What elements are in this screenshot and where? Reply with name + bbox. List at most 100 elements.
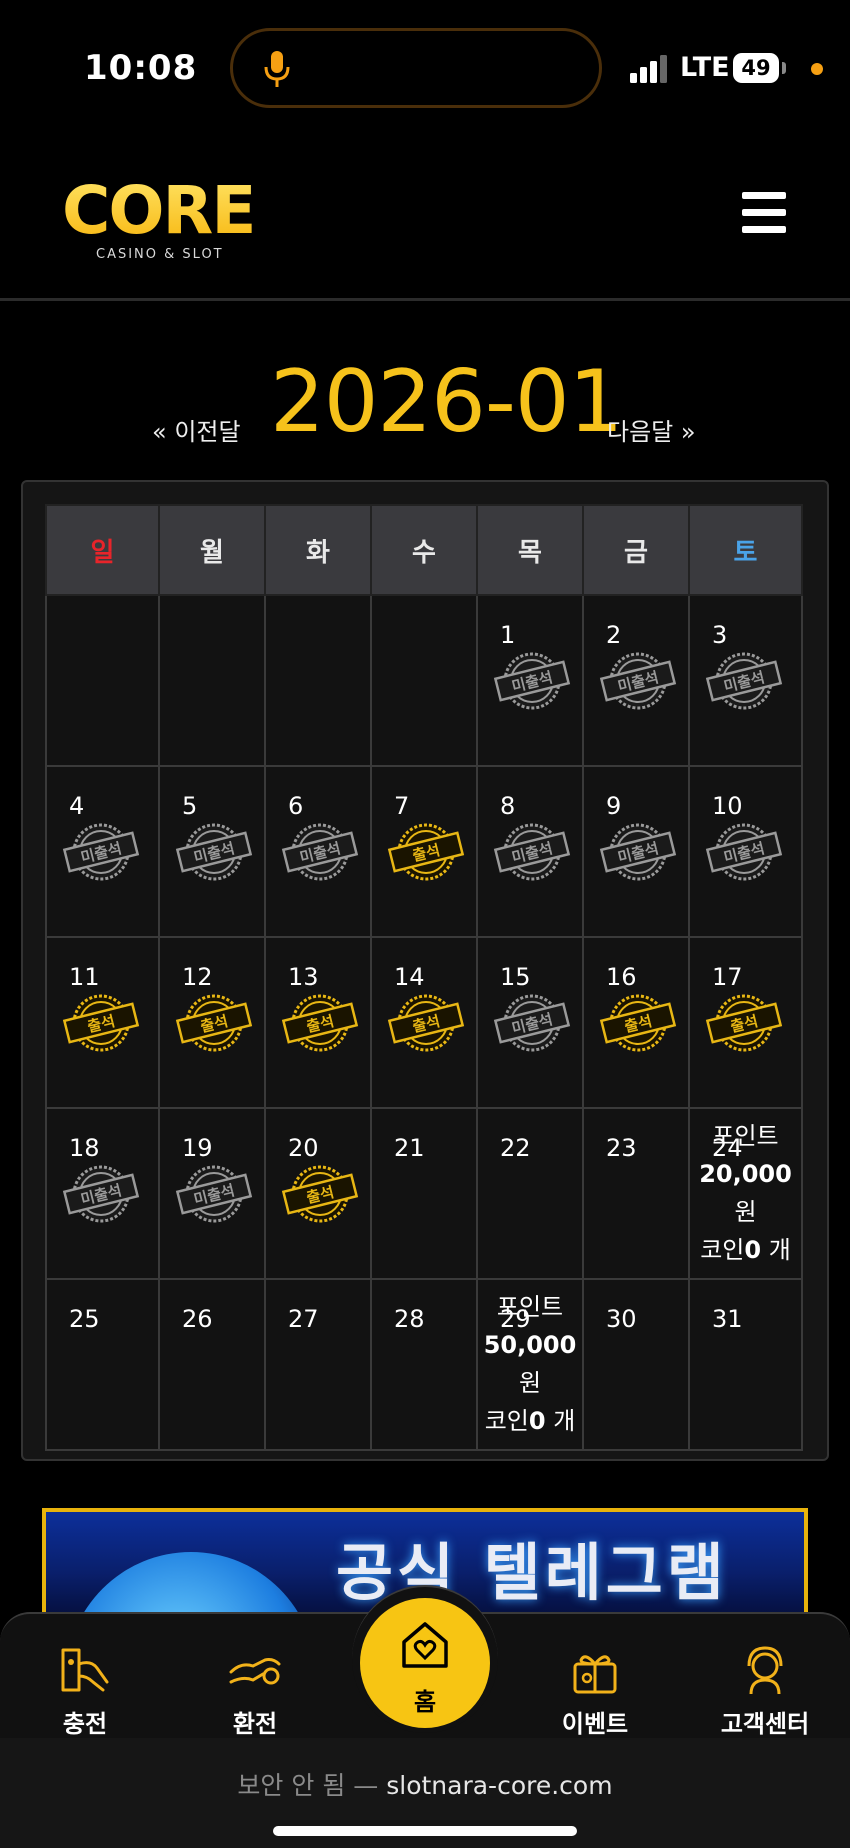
day-number: 25 [69,1305,100,1333]
privacy-dot [811,63,823,75]
calendar-day-cell[interactable]: 22 [476,1107,584,1280]
calendar-day-cell[interactable]: 23 [582,1107,690,1280]
telegram-icon [66,1552,316,1614]
calendar-day-cell[interactable]: 21 [370,1107,478,1280]
coin-amount: 0 [744,1236,762,1264]
core-logo[interactable]: CORE CASINO & SLOT [62,172,262,262]
absent-stamp-icon: 미출석 [281,823,359,881]
day-number: 31 [712,1305,743,1333]
day-number: 28 [394,1305,425,1333]
nav-support-label: 고객센터 [720,1710,810,1738]
calendar-day-cell[interactable]: 30 [582,1278,690,1451]
calendar-day-cell[interactable]: 10 미출석 [688,765,803,938]
calendar-day-cell[interactable]: 18 미출석 [45,1107,160,1280]
calendar-day-cell[interactable]: 7 출석 [370,765,478,938]
attended-stamp-icon: 출석 [705,994,783,1052]
battery-icon: 49 [733,53,779,83]
coin-unit: 개 [545,1407,576,1435]
calendar-day-cell [370,594,478,767]
dynamic-island [230,28,602,108]
day-number: 2 [606,621,622,649]
network-type: LTE [680,52,730,83]
day-number: 20 [288,1134,319,1162]
reward-unit: 원 [734,1198,757,1226]
calendar-day-cell[interactable]: 19 미출석 [158,1107,266,1280]
absent-stamp-icon: 미출석 [705,652,783,710]
day-number: 24 [712,1134,743,1162]
nav-charge[interactable]: 충전 [30,1642,140,1739]
attended-stamp-icon: 출석 [599,994,677,1052]
month-navigation: « 이전달 2026-01 다음달 » [0,350,850,452]
absent-stamp-icon: 미출석 [175,823,253,881]
reward-amount: 50,000 [483,1331,577,1359]
home-indicator[interactable] [273,1826,577,1836]
browser-url-bar[interactable]: 보안 안 됨 — slotnara-core.com [0,1738,850,1848]
calendar-week-row: 4 미출석 5 미출석 6 미출석 7 출석 8 미출석 9 미출석 10 미출석 [45,765,803,938]
calendar-day-cell[interactable]: 2 미출석 [582,594,690,767]
nav-home-label: 홈 [413,1688,437,1716]
day-number: 14 [394,963,425,991]
attended-stamp-icon: 출석 [281,994,359,1052]
absent-stamp-icon: 미출석 [62,1165,140,1223]
calendar-day-cell[interactable]: 31 [688,1278,803,1451]
day-number: 26 [182,1305,213,1333]
calendar-day-cell[interactable]: 1 미출석 [476,594,584,767]
site-header: CORE CASINO & SLOT [0,130,850,301]
nav-exchange[interactable]: 환전 [200,1642,310,1739]
calendar-day-cell[interactable]: 5 미출석 [158,765,266,938]
day-number: 11 [69,963,100,991]
day-number: 21 [394,1134,425,1162]
hamburger-icon[interactable] [742,192,786,234]
coin-line: 코인0 개 [690,1231,801,1269]
calendar-day-cell[interactable]: 4 미출석 [45,765,160,938]
calendar-day-cell[interactable]: 20 출석 [264,1107,372,1280]
day-number: 7 [394,792,410,820]
url-insecure-label: 보안 안 됨 — [237,1771,379,1800]
nav-home[interactable]: 홈 [360,1598,490,1728]
weekday-header: 일 [45,504,160,596]
calendar-day-cell[interactable]: 8 미출석 [476,765,584,938]
calendar-day-cell[interactable]: 13 출석 [264,936,372,1109]
calendar-day-cell[interactable]: 17 출석 [688,936,803,1109]
microphone-icon [264,51,290,87]
calendar-day-cell[interactable]: 6 미출석 [264,765,372,938]
exchange-icon [229,1658,281,1685]
calendar-day-cell[interactable]: 16 출석 [582,936,690,1109]
calendar-day-cell[interactable]: 포인트 50,000 원 코인0 개 29 [476,1278,584,1451]
signal-icon [630,55,667,83]
day-number: 27 [288,1305,319,1333]
calendar-week-row: 11 출석 12 출석 13 출석 14 출석 15 미출석 16 출석 17 출석 [45,936,803,1109]
attended-stamp-icon: 출석 [387,994,465,1052]
calendar-week-row: 18 미출석 19 미출석 20 출석 21 22 23 포인트 20,000 원 코인0 개 24 [45,1107,803,1280]
calendar-day-cell[interactable]: 27 [264,1278,372,1451]
absent-stamp-icon: 미출석 [599,823,677,881]
calendar-day-cell[interactable]: 14 출석 [370,936,478,1109]
absent-stamp-icon: 미출석 [705,823,783,881]
calendar-day-cell[interactable]: 26 [158,1278,266,1451]
reward-info: 포인트 20,000 원 코인0 개 [690,1117,801,1269]
day-number: 29 [500,1305,531,1333]
calendar-day-cell[interactable]: 11 출석 [45,936,160,1109]
charge-icon [61,1648,109,1692]
day-number: 1 [500,621,516,649]
next-month-link[interactable]: 다음달 » [607,412,696,447]
calendar-day-cell[interactable]: 포인트 20,000 원 코인0 개 24 [688,1107,803,1280]
attended-stamp-icon: 출석 [281,1165,359,1223]
calendar-day-cell[interactable]: 9 미출석 [582,765,690,938]
calendar-day-cell[interactable]: 12 출석 [158,936,266,1109]
calendar-day-cell[interactable]: 15 미출석 [476,936,584,1109]
coin-amount: 0 [528,1407,546,1435]
absent-stamp-icon: 미출석 [599,652,677,710]
day-number: 17 [712,963,743,991]
calendar-day-cell[interactable]: 28 [370,1278,478,1451]
nav-event[interactable]: 이벤트 [540,1642,650,1739]
attendance-calendar: 일월화수목금토 1 미출석 2 미출석 3 미출석 4 미출석 5 미출석 6 미출석 7 출석 8 미출석 9… [21,480,829,1461]
nav-support[interactable]: 고객센터 [710,1642,820,1739]
prev-month-link[interactable]: « 이전달 [152,412,241,447]
day-number: 9 [606,792,622,820]
calendar-day-cell[interactable]: 25 [45,1278,160,1451]
weekday-header: 금 [582,504,690,596]
calendar-day-cell[interactable]: 3 미출석 [688,594,803,767]
day-number: 22 [500,1134,531,1162]
reward-amount: 20,000 [699,1160,792,1188]
